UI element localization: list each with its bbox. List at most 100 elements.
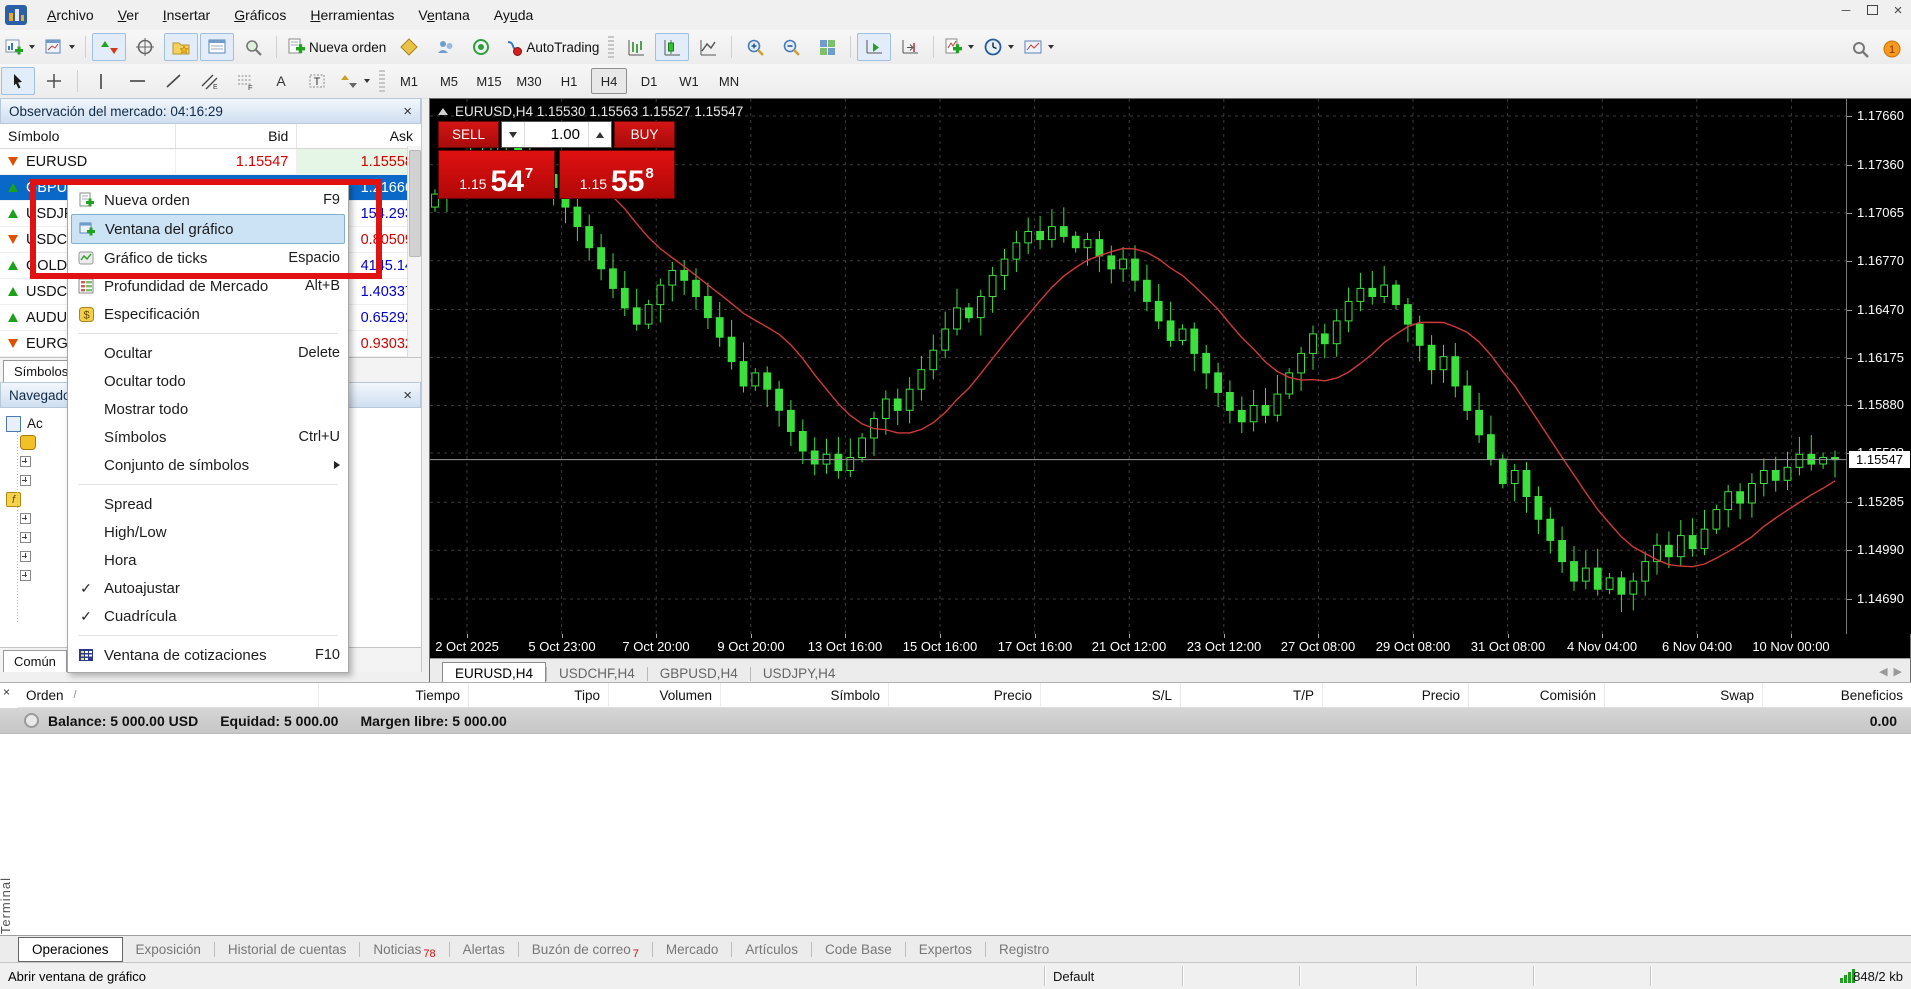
timeframe-m5[interactable]: M5 (431, 68, 467, 94)
column-tiempo[interactable]: Tiempo (318, 683, 468, 707)
terminal-tab-alertas[interactable]: Alertas (450, 938, 518, 961)
chart-tab-usdchf-h4[interactable]: USDCHF,H4 (547, 663, 647, 684)
chart-tab-eurusd-h4[interactable]: EURUSD,H4 (442, 662, 546, 684)
terminal-button[interactable] (200, 33, 234, 61)
chart-shift-button[interactable] (893, 33, 927, 61)
terminal-tab-code-base[interactable]: Code Base (812, 938, 905, 961)
column-comisi-n[interactable]: Comisión (1468, 683, 1604, 707)
restore-button[interactable] (1863, 2, 1881, 18)
menu-item-hora[interactable]: Hora (68, 546, 348, 574)
menu-gráficos[interactable]: Gráficos (222, 3, 298, 27)
column-s-mbolo[interactable]: Símbolo (720, 683, 888, 707)
expand-icon[interactable] (20, 456, 31, 467)
timeframe-m30[interactable]: M30 (511, 68, 547, 94)
expand-icon[interactable] (20, 475, 31, 486)
dropdown-caret-icon[interactable] (1048, 45, 1054, 49)
column-bid[interactable]: Bid (175, 124, 297, 148)
tile-windows-button[interactable] (810, 33, 844, 61)
column-orden[interactable]: Orden/ (18, 683, 318, 707)
arrows-tool-button[interactable] (336, 67, 374, 95)
chart-bars-button[interactable] (619, 33, 653, 61)
menu-ver[interactable]: Ver (106, 3, 151, 27)
dropdown-caret-icon[interactable] (29, 45, 35, 49)
vertical-line-button[interactable] (84, 67, 118, 95)
column-swap[interactable]: Swap (1604, 683, 1762, 707)
terminal-tab-registro[interactable]: Registro (986, 938, 1062, 961)
menu-herramientas[interactable]: Herramientas (298, 3, 406, 27)
expand-icon[interactable] (20, 532, 31, 543)
equidistant-channel-button[interactable]: E (192, 67, 226, 95)
zoom-in-button[interactable] (738, 33, 772, 61)
column-ask[interactable]: Ask (296, 124, 421, 148)
price-scale[interactable]: 1.15547 1.176601.173601.170651.167701.16… (1846, 99, 1911, 634)
terminal-tab-buz-n-de-correo[interactable]: Buzón de correo7 (519, 938, 652, 961)
crosshair-button[interactable] (37, 67, 71, 95)
strategy-tester-button[interactable] (236, 33, 270, 61)
column-s-l[interactable]: S/L (1040, 683, 1180, 707)
menu-insertar[interactable]: Insertar (151, 3, 222, 27)
close-button[interactable]: × (1889, 2, 1907, 18)
menu-item-profundidad-de-mercado[interactable]: Profundidad de MercadoAlt+B (68, 272, 348, 300)
column-beneficios[interactable]: Beneficios (1762, 683, 1911, 707)
cursor-button[interactable] (1, 67, 35, 95)
dropdown-caret-icon[interactable] (69, 45, 75, 49)
profiles-button[interactable] (41, 33, 79, 61)
symbol-row-eurusd[interactable]: EURUSD1.155471.15558 (0, 149, 421, 175)
collapse-panel-icon[interactable] (438, 108, 448, 115)
timeframe-w1[interactable]: W1 (671, 68, 707, 94)
terminal-tab-expertos[interactable]: Expertos (906, 938, 985, 961)
fibonacci-button[interactable]: F (228, 67, 262, 95)
menu-ayuda[interactable]: Ayuda (482, 3, 545, 27)
sell-button[interactable]: SELL (438, 121, 499, 148)
dropdown-caret-icon[interactable] (968, 45, 974, 49)
timeframe-m15[interactable]: M15 (471, 68, 507, 94)
chart-candles-button[interactable] (655, 33, 689, 61)
sell-price-tile[interactable]: 1.15 54 7 (438, 150, 555, 199)
menu-item-spread[interactable]: Spread (68, 490, 348, 518)
tabs-scroll-right-icon[interactable]: ▶ (1894, 665, 1902, 678)
templates-button[interactable] (1020, 33, 1058, 61)
expand-icon[interactable] (20, 551, 31, 562)
text-label-button[interactable]: T (300, 67, 334, 95)
minimize-button[interactable]: ─ (1837, 2, 1855, 18)
column-volumen[interactable]: Volumen (608, 683, 720, 707)
timeframe-h4[interactable]: H4 (591, 68, 627, 94)
timeframe-d1[interactable]: D1 (631, 68, 667, 94)
timeframe-mn[interactable]: MN (711, 68, 747, 94)
toolbar-grip[interactable] (608, 36, 614, 58)
terminal-tab-mercado[interactable]: Mercado (653, 938, 732, 961)
column-symbol[interactable]: Símbolo (0, 128, 175, 144)
terminal-tab-exposici-n[interactable]: Exposición (123, 938, 214, 961)
notifications-icon[interactable]: 1 (1883, 40, 1901, 58)
menu-item-ocultar[interactable]: OcultarDelete (68, 339, 348, 367)
community-button[interactable] (428, 33, 462, 61)
menu-item-s-mbolos[interactable]: SímbolosCtrl+U (68, 423, 348, 451)
chart-tab-usdjpy-h4[interactable]: USDJPY,H4 (751, 663, 848, 684)
publish-button[interactable] (464, 33, 498, 61)
terminal-tab-noticias[interactable]: Noticias78 (360, 938, 448, 961)
market-watch-button[interactable] (92, 33, 126, 61)
menu-item-high-low[interactable]: High/Low (68, 518, 348, 546)
market-watch-close-icon[interactable]: × (403, 104, 412, 119)
dropdown-caret-icon[interactable] (364, 79, 370, 83)
new-order-button[interactable]: Nueva orden (283, 33, 390, 61)
timeframe-h1[interactable]: H1 (551, 68, 587, 94)
search-icon[interactable] (1852, 41, 1869, 58)
terminal-tab-historial-de-cuentas[interactable]: Historial de cuentas (215, 938, 360, 961)
column-tipo[interactable]: Tipo (468, 683, 608, 707)
menu-archivo[interactable]: Archivo (35, 3, 106, 27)
zoom-out-button[interactable] (774, 33, 808, 61)
periods-button[interactable] (980, 33, 1018, 61)
menu-item-nueva-orden[interactable]: Nueva ordenF9 (68, 186, 348, 214)
column-precio[interactable]: Precio (1322, 683, 1468, 707)
menu-item-ventana-del-gr-fico[interactable]: Ventana del gráfico (71, 214, 345, 244)
horizontal-line-button[interactable] (120, 67, 154, 95)
time-scale[interactable]: 2 Oct 20255 Oct 23:007 Oct 20:009 Oct 20… (430, 634, 1910, 658)
column-t-p[interactable]: T/P (1180, 683, 1322, 707)
profile-cell[interactable]: Default (1044, 966, 1191, 986)
menu-item-especificaci-n[interactable]: $Especificación (68, 300, 348, 328)
chart-tab-gbpusd-h4[interactable]: GBPUSD,H4 (648, 663, 750, 684)
menu-item-ocultar-todo[interactable]: Ocultar todo (68, 367, 348, 395)
navigator-button[interactable] (164, 33, 198, 61)
metaeditor-button[interactable] (392, 33, 426, 61)
